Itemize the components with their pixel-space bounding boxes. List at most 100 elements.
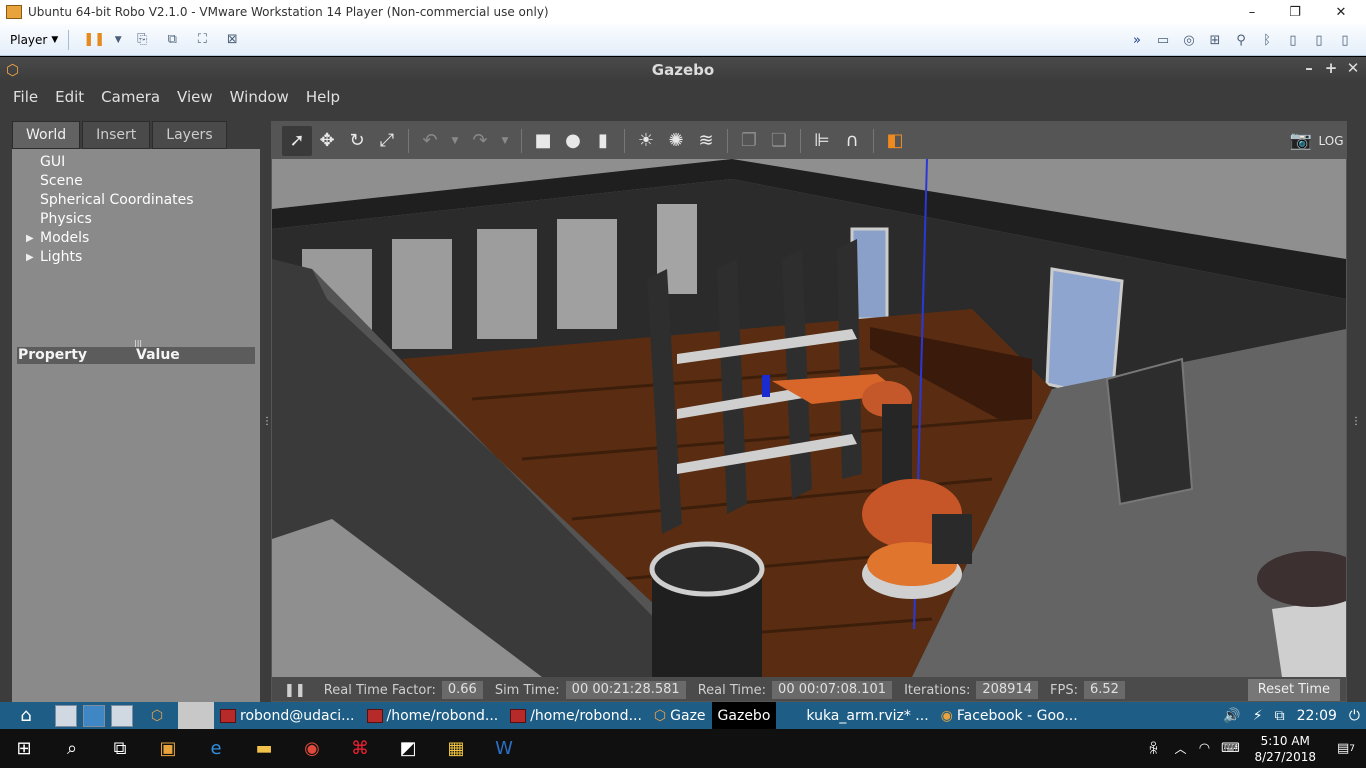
tab-insert[interactable]: Insert [82,121,151,149]
minimize-button[interactable]: – [1229,0,1275,24]
menu-window[interactable]: Window [230,88,289,106]
taskbar-item-gazebo-2[interactable]: Gazebo [711,702,777,729]
undo-icon[interactable]: ↶ [415,126,445,156]
directional-light-icon[interactable]: ≋ [691,126,721,156]
taskbar-item-terminal-2[interactable]: /home/robond... [361,702,505,729]
reset-time-button[interactable]: Reset Time [1247,679,1340,701]
usb-device-icon-2[interactable]: ▯ [1310,32,1328,48]
rotate-mode-icon[interactable]: ↻ [342,126,372,156]
vmware-icon[interactable]: ▦ [432,729,480,768]
simulation-scene[interactable] [272,159,1346,677]
paste-icon[interactable]: ❏ [764,126,794,156]
power-off-icon[interactable]: ⏻ [1343,702,1366,729]
expand-arrow-icon[interactable]: ▶ [26,229,34,248]
ubuntu-clock[interactable]: 22:09 [1291,702,1343,729]
people-icon[interactable]: ꆜ [1138,729,1168,768]
tree-item-spherical-coordinates[interactable]: Spherical Coordinates [12,191,194,210]
taskbar-item-terminal-1[interactable]: robond@udaci... [214,702,361,729]
edge-icon[interactable]: e [192,729,240,768]
bluetooth-icon[interactable]: ᛒ [1258,32,1276,48]
volume-icon[interactable]: 🔊 [1217,702,1246,729]
expand-icon[interactable]: » [1128,32,1146,48]
fit-window-icon[interactable]: ⛶ [193,32,211,48]
search-icon[interactable]: ⌕ [48,729,96,768]
right-panel-splitter-handle[interactable]: ⋮ [1351,416,1361,427]
log-icon[interactable]: LOG [1316,126,1346,156]
chevron-down-icon[interactable]: ▼ [109,32,127,48]
usb-device-icon-3[interactable]: ▯ [1336,32,1354,48]
gazebo-launcher-icon[interactable]: ⬡ [136,702,178,729]
tree-item-models[interactable]: ▶ Models [12,229,194,248]
windows-start-icon[interactable]: ⊞ [0,729,48,768]
scale-mode-icon[interactable]: ⤢ [372,126,402,156]
panel-splitter-handle[interactable]: ⋮ [262,416,272,427]
align-icon[interactable]: ⊫ [807,126,837,156]
taskbar-item-terminal-3[interactable]: /home/robond... [504,702,648,729]
tab-layers[interactable]: Layers [152,121,227,149]
send-keys-icon[interactable]: ⎘ [133,32,151,48]
sphere-shape-icon[interactable]: ● [558,126,588,156]
player-menu[interactable]: Player ▼ [10,33,58,47]
taskbar-item-rviz[interactable]: kuka_arm.rviz* ... [800,702,934,729]
power-icon[interactable]: ⚡ [1247,702,1269,729]
close-button[interactable]: ✕ [1318,0,1364,24]
wifi-icon[interactable]: ◠ [1192,729,1216,768]
hard-disk-icon[interactable]: ▭ [1154,32,1172,48]
fullscreen-icon[interactable]: ⊠ [223,32,241,48]
ubuntu-menu-icon[interactable]: ⌂ [0,702,52,729]
snap-icon[interactable]: ∩ [837,126,867,156]
keyboard-icon[interactable]: ⌨ [1216,729,1244,768]
windows-clock[interactable]: 5:10 AM 8/27/2018 [1254,733,1316,765]
file-manager-icon[interactable] [83,704,105,727]
file-explorer-icon[interactable]: ▬ [240,729,288,768]
screenshot-icon[interactable]: 📷 [1286,126,1316,156]
pause-icon[interactable]: ❚❚ [83,32,105,48]
redo-icon[interactable]: ↷ [465,126,495,156]
tree-item-lights[interactable]: ▶ Lights [12,248,194,267]
menu-file[interactable]: File [13,88,38,106]
taskbar-item-chrome[interactable]: ◉ Facebook - Goo... [935,702,1084,729]
gazebo-close-button[interactable]: ✕ [1343,59,1363,77]
translate-mode-icon[interactable]: ✥ [312,126,342,156]
expand-arrow-icon[interactable]: ▶ [26,248,34,267]
restore-button[interactable]: ❐ [1272,0,1318,24]
3d-viewport[interactable]: ➚ ✥ ↻ ⤢ ↶ ▼ ↷ ▼ ■ ● ▮ ☀ ✺ ≋ ❐ ❏ ⊫ ∩ ◧ 📷 … [271,121,1347,702]
spot-light-icon[interactable]: ✺ [661,126,691,156]
usb-icon[interactable]: ⚲ [1232,32,1250,48]
usb-device-icon[interactable]: ▯ [1284,32,1302,48]
blank-launcher[interactable] [178,702,214,729]
store-icon[interactable]: ▣ [144,729,192,768]
cylinder-shape-icon[interactable]: ▮ [588,126,618,156]
display-icon[interactable]: ⧉ [1269,702,1291,729]
tab-world[interactable]: World [12,121,81,149]
gazebo-minimize-button[interactable]: – [1299,59,1319,77]
select-mode-icon[interactable]: ➚ [282,125,312,156]
chevron-down-icon[interactable]: ▼ [445,126,465,156]
box-shape-icon[interactable]: ■ [528,126,558,156]
cd-icon[interactable]: ◎ [1180,32,1198,48]
gazebo-maximize-button[interactable]: + [1321,59,1341,77]
pause-sim-icon[interactable]: ❚❚ [284,683,306,698]
word-icon[interactable]: W [480,729,528,768]
chrome-icon[interactable]: ◉ [288,729,336,768]
tree-item-gui[interactable]: GUI [12,153,194,172]
menu-view[interactable]: View [177,88,213,106]
menu-camera[interactable]: Camera [101,88,160,106]
menu-help[interactable]: Help [306,88,340,106]
copy-icon[interactable]: ❐ [734,126,764,156]
sticky-notes-icon[interactable]: ◩ [384,729,432,768]
menu-edit[interactable]: Edit [55,88,84,106]
view-angle-icon[interactable]: ◧ [880,126,910,156]
tree-item-physics[interactable]: Physics [12,210,194,229]
show-hidden-icons[interactable]: ︿ [1168,729,1192,768]
tree-item-scene[interactable]: Scene [12,172,194,191]
network-icon[interactable]: ⊞ [1206,32,1224,48]
task-view-icon[interactable]: ⧉ [96,729,144,768]
acrobat-icon[interactable]: ⌘ [336,729,384,768]
unity-icon[interactable]: ⧉ [163,32,181,48]
chevron-down-icon[interactable]: ▼ [495,126,515,156]
terminal-launcher-icon[interactable] [111,704,133,727]
taskbar-item-gazebo-1[interactable]: ⬡ Gaze [648,702,712,729]
show-desktop-icon[interactable] [55,704,77,727]
point-light-icon[interactable]: ☀ [631,126,661,156]
